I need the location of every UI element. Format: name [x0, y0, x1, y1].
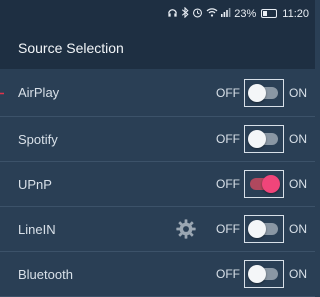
toggle-track [248, 220, 278, 238]
source-label: Spotify [18, 131, 58, 147]
selection-marker-icon [0, 92, 4, 95]
source-label: UPnP [18, 176, 52, 192]
bluetooth-icon [181, 6, 189, 21]
source-toggle-airplay[interactable] [244, 78, 284, 107]
on-label: ON [289, 267, 307, 281]
toggle-track [248, 130, 278, 148]
toggle-thumb [262, 175, 280, 193]
source-toggle-spotify[interactable] [244, 125, 284, 153]
toggle-thumb [248, 220, 266, 238]
status-icons [167, 6, 231, 21]
source-toggle-linein[interactable] [244, 215, 284, 243]
source-row-airplay: AirPlay OFF ON [0, 69, 315, 117]
headset-icon [167, 7, 178, 21]
toggle-track [250, 175, 280, 193]
battery-icon [261, 9, 278, 18]
source-row-linein: LineIN OFF ON [0, 207, 315, 252]
app-bar: Source Selection [0, 27, 315, 69]
toggle-track [248, 83, 278, 102]
on-label: ON [289, 177, 307, 191]
source-toggle-upnp[interactable] [244, 170, 284, 198]
source-row-upnp: UPnP OFF ON [0, 162, 315, 207]
source-label: Bluetooth [18, 266, 73, 282]
toggle-thumb [248, 265, 266, 283]
source-label: AirPlay [18, 85, 60, 100]
status-bar: 23% 11:20 [0, 0, 315, 27]
source-row-spotify: Spotify OFF ON [0, 117, 315, 162]
toggle-track [248, 265, 278, 283]
signal-icon [221, 7, 231, 20]
on-label: ON [289, 132, 307, 146]
off-label: OFF [216, 132, 240, 146]
wifi-icon [206, 7, 218, 20]
alarm-icon [192, 7, 203, 21]
off-label: OFF [216, 177, 240, 191]
toggle-thumb [248, 130, 266, 148]
off-label: OFF [216, 85, 240, 100]
toggle-thumb [248, 83, 266, 102]
source-list: AirPlay OFF ON Spotify OFF ON UPnP OFF ON LineIN O… [0, 69, 315, 297]
battery-percent: 23% [234, 7, 257, 20]
source-label: LineIN [18, 221, 56, 237]
settings-gear-icon[interactable] [175, 218, 197, 240]
clock: 11:20 [282, 7, 309, 20]
on-label: ON [289, 222, 307, 236]
off-label: OFF [216, 222, 240, 236]
on-label: ON [289, 85, 307, 100]
source-row-bluetooth: Bluetooth OFF ON [0, 252, 315, 297]
page-title: Source Selection [18, 40, 124, 56]
off-label: OFF [216, 267, 240, 281]
source-toggle-bluetooth[interactable] [244, 260, 284, 288]
